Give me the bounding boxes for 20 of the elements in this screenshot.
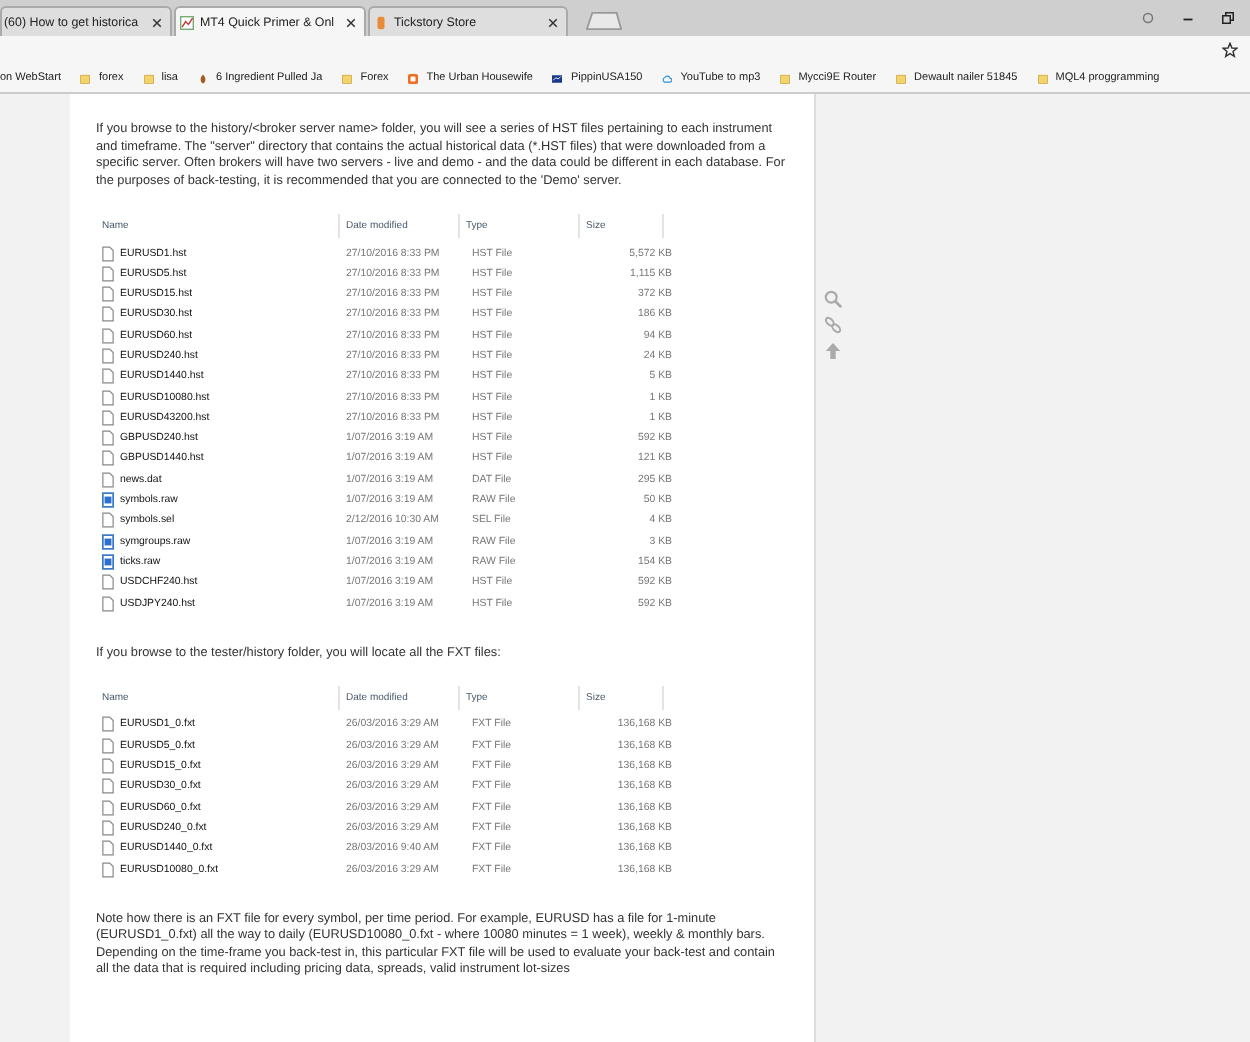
raw-file-icon bbox=[102, 492, 114, 509]
flag-icon bbox=[552, 73, 563, 83]
cloud-icon bbox=[662, 73, 673, 83]
profile-icon[interactable] bbox=[1142, 12, 1154, 24]
folder-icon bbox=[342, 73, 353, 83]
tag-icon bbox=[374, 15, 388, 29]
leaf-icon bbox=[197, 73, 208, 83]
close-icon[interactable] bbox=[346, 17, 356, 27]
folder-icon bbox=[1037, 73, 1048, 83]
close-icon[interactable] bbox=[548, 17, 558, 27]
file-icon bbox=[102, 512, 114, 529]
folder-icon bbox=[143, 73, 154, 83]
folder-icon bbox=[80, 73, 91, 83]
folder-icon bbox=[780, 73, 791, 83]
chart-icon bbox=[180, 15, 194, 29]
folder-icon bbox=[896, 73, 907, 83]
star-icon[interactable] bbox=[1222, 42, 1238, 58]
close-icon[interactable] bbox=[152, 17, 162, 27]
restore-icon[interactable] bbox=[1222, 12, 1234, 24]
blog-icon bbox=[408, 73, 419, 83]
